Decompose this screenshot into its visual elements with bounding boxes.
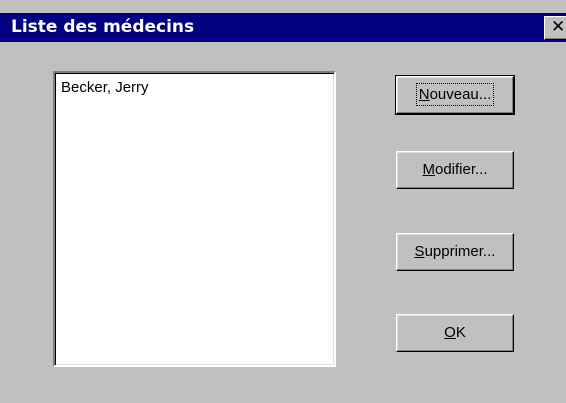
close-button[interactable]: ✕ [544, 16, 566, 40]
dialog-window: Liste des médecins ✕ Becker, Jerry Nouve… [0, 0, 566, 403]
ok-button-label: OK [444, 324, 466, 341]
modify-button[interactable]: Modifier... [396, 151, 514, 189]
title-bar[interactable]: Liste des médecins ✕ [0, 13, 566, 42]
new-button[interactable]: Nouveau... [395, 75, 515, 115]
new-button-label: Nouveau... [415, 83, 495, 106]
list-item[interactable]: Becker, Jerry [61, 79, 149, 97]
doctors-listbox[interactable]: Becker, Jerry [53, 71, 336, 367]
delete-button-label: Supprimer... [414, 243, 496, 260]
ok-button[interactable]: OK [396, 314, 514, 352]
close-icon: ✕ [551, 17, 566, 37]
delete-button[interactable]: Supprimer... [396, 233, 514, 271]
modify-button-label: Modifier... [422, 161, 488, 178]
window-title: Liste des médecins [11, 17, 195, 37]
